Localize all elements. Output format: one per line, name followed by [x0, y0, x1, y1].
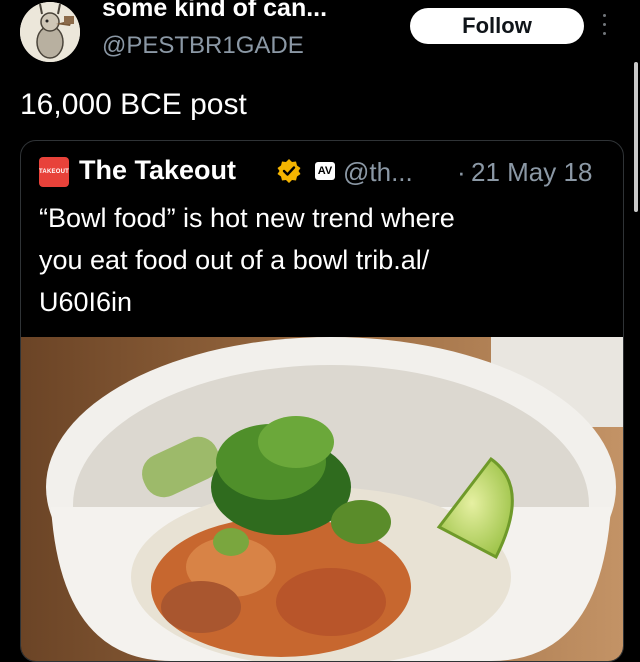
- quoted-tweet-card[interactable]: TAKEOUT The Takeout AV @th... · 21 May 1…: [20, 140, 624, 662]
- takeout-logo: TAKEOUT: [39, 157, 69, 187]
- follow-button[interactable]: Follow: [410, 8, 584, 44]
- author-handle[interactable]: @PESTBR1GADE: [102, 32, 304, 60]
- scrollbar[interactable]: [634, 62, 638, 212]
- quoted-author-name[interactable]: The Takeout: [79, 155, 236, 186]
- post-text: 16,000 BCE post: [20, 88, 247, 121]
- quoted-tweet-line: “Bowl food” is hot new trend where: [39, 203, 455, 233]
- author-display-name[interactable]: some kind of can...: [102, 0, 327, 23]
- separator-dot: ·: [457, 157, 466, 187]
- food-bowl-photo[interactable]: [21, 337, 623, 661]
- quoted-tweet-line[interactable]: U60I6in: [39, 281, 609, 323]
- more-options-icon[interactable]: [598, 14, 610, 42]
- av-badge-icon: AV: [315, 162, 335, 180]
- verified-badge-icon: [277, 159, 301, 183]
- quoted-tweet-text: “Bowl food” is hot new trend where you e…: [39, 197, 609, 323]
- quoted-author-handle[interactable]: @th...: [343, 157, 413, 188]
- quoted-tweet-date[interactable]: 21 May 18: [471, 157, 592, 188]
- quoted-tweet-line[interactable]: you eat food out of a bowl trib.al/: [39, 239, 609, 281]
- bird-avatar-icon: [20, 2, 80, 62]
- avatar[interactable]: [20, 2, 80, 62]
